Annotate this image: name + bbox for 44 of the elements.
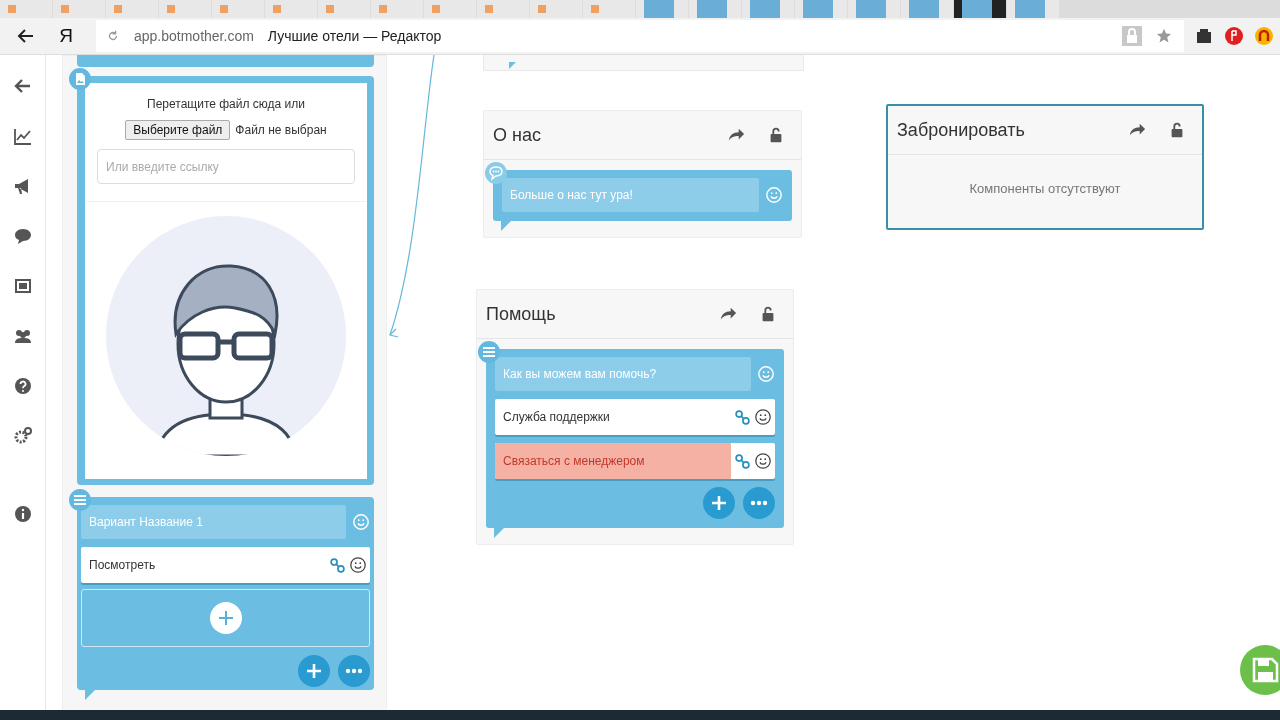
card-title: Помощь	[486, 303, 557, 325]
add-icon[interactable]	[703, 487, 735, 519]
card-title: О нас	[493, 124, 542, 146]
chat-icon	[485, 162, 507, 184]
menu-icon	[478, 341, 500, 363]
smiley-icon[interactable]	[754, 408, 772, 426]
add-icon[interactable]	[298, 655, 330, 687]
browser-tab[interactable]	[954, 0, 1006, 18]
more-icon[interactable]	[743, 487, 775, 519]
save-icon[interactable]	[1240, 645, 1280, 695]
smiley-icon[interactable]	[349, 556, 367, 574]
url-text: app.botmother.com	[134, 28, 254, 44]
link-input-field[interactable]: Или введите ссылку	[97, 149, 355, 184]
chat-icon[interactable]	[12, 226, 33, 246]
browser-logo[interactable]: Я	[46, 25, 86, 47]
screen-card[interactable]: Забронировать Компоненты отсутствуют	[886, 104, 1204, 230]
line-chart-icon[interactable]	[12, 126, 33, 146]
choose-file-button[interactable]: Выберите файл	[125, 120, 231, 140]
smiley-icon[interactable]	[754, 452, 772, 470]
file-status: Файл не выбран	[235, 123, 327, 137]
reload-icon[interactable]	[106, 29, 120, 43]
address-field[interactable]: app.botmother.com Лучшие отели — Редактор	[96, 20, 1184, 52]
link-icon[interactable]	[734, 452, 751, 470]
screen-card[interactable]: Помощь Как вы можем вам помочь? Служба поддержки Связаться с менеджером	[476, 289, 794, 545]
plus-icon[interactable]	[209, 602, 242, 634]
frame-icon[interactable]	[12, 276, 33, 296]
star-icon[interactable]	[1156, 28, 1172, 44]
lock-icon[interactable]	[1122, 26, 1142, 46]
bubble-tail	[509, 62, 516, 69]
info-icon[interactable]	[12, 504, 33, 524]
page-title: Лучшие отели — Редактор	[267, 28, 443, 44]
extension-icon[interactable]	[1254, 26, 1274, 46]
drop-hint: Перетащите файл сюда или	[147, 97, 305, 111]
screen-card[interactable]: О нас Больше о нас тут ура!	[483, 110, 802, 238]
card-title: Забронировать	[897, 119, 1026, 141]
bubble-tail	[494, 528, 504, 538]
settings-icon[interactable]	[12, 426, 33, 446]
help-icon[interactable]	[12, 376, 33, 396]
bubble-tail	[501, 221, 511, 231]
link-icon[interactable]	[329, 556, 346, 574]
more-icon[interactable]	[338, 655, 370, 687]
link-icon[interactable]	[734, 408, 751, 426]
empty-message: Компоненты отсутствуют	[968, 180, 1122, 198]
extension-icon[interactable]	[1194, 26, 1214, 46]
